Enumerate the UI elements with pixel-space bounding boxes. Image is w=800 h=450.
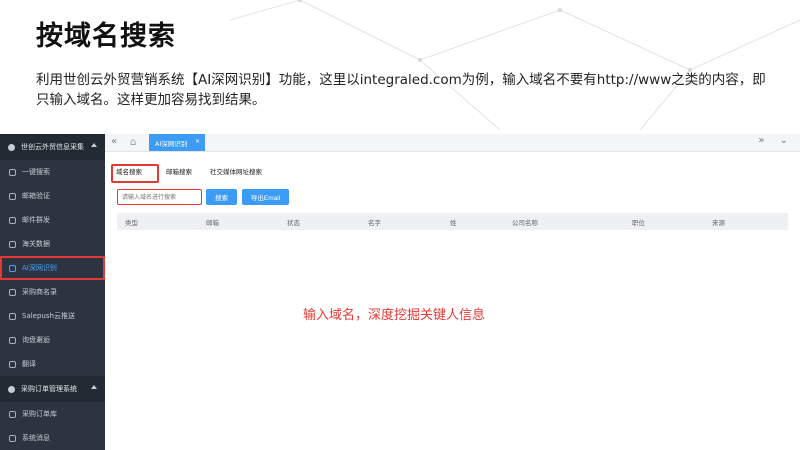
ai-icon [9,264,16,272]
sidebar-item-label: 一键搜索 [22,168,50,176]
translate-icon [9,360,16,368]
question-icon [9,192,16,200]
sidebar: 世创云外贸信息采集 一键搜索 邮箱验证 邮件群发 海关数据 AI深网识别 采购商… [0,134,105,450]
column-header: 邮箱 [206,219,219,227]
star-icon [8,143,15,151]
sidebar-item-customs-data[interactable]: 海关数据 [0,232,105,256]
chart-icon [9,240,16,248]
tab-ai-deep-web[interactable]: AI深网识别 × [149,134,205,151]
sidebar-item-ai-deep-web[interactable]: AI深网识别 [0,256,105,280]
sidebar-item-inquiry[interactable]: 询盘邂逅 [0,328,105,352]
sidebar-item-system-messages[interactable]: 系统消息 [0,426,105,450]
column-header: 姓 [450,219,457,227]
sidebar-section-info-collection[interactable]: 世创云外贸信息采集 [0,134,105,160]
message-icon [9,336,16,344]
column-header: 职位 [632,219,645,227]
column-header: 状态 [287,219,300,227]
chat-icon [9,434,16,442]
sidebar-item-label: 采购商名录 [22,288,57,296]
column-header: 类型 [125,219,138,227]
sidebar-item-label: 采购订单库 [22,410,57,418]
sidebar-section-label: 世创云外贸信息采集 [21,143,84,151]
home-icon[interactable]: ⌂ [130,137,136,148]
close-icon[interactable]: × [195,138,200,145]
user-icon [9,288,16,296]
sidebar-item-buyer-directory[interactable]: 采购商名录 [0,280,105,304]
sidebar-section-label: 采购订单管理系统 [21,385,77,393]
tab-bar: « ⌂ AI深网识别 × » ⌄ [105,134,800,152]
sidebar-item-label: 海关数据 [22,240,50,248]
sidebar-section-order-management[interactable]: 采购订单管理系统 [0,376,105,402]
chevron-up-icon [91,385,97,389]
send-icon [9,216,16,224]
scroll-left-icon[interactable]: « [111,136,117,147]
export-email-button[interactable]: 导出Email [242,189,289,205]
main-content: 域名搜索 邮箱搜索 社交媒体网址搜索 搜索 导出Email 类型 邮箱 状态 名… [105,152,800,450]
sidebar-item-mass-mail[interactable]: 邮件群发 [0,208,105,232]
slide-title: 按域名搜索 [36,21,176,52]
slide-description: 利用世创云外贸营销系统【AI深网识别】功能，这里以integraled.com为… [36,72,766,108]
subtab-social-search[interactable]: 社交媒体网址搜索 [210,162,262,179]
chevron-up-icon [91,143,97,147]
sidebar-item-one-click-search[interactable]: 一键搜索 [0,160,105,184]
tab-label: AI深网识别 [155,139,188,148]
search-icon [9,168,16,176]
sidebar-item-label: 翻译 [22,360,36,368]
sidebar-item-label: 询盘邂逅 [22,336,50,344]
gear-icon [8,385,15,393]
domain-search-input[interactable] [117,189,202,205]
sidebar-item-email-verify[interactable]: 邮箱验证 [0,184,105,208]
sidebar-item-salepush[interactable]: Salepush云推送 [0,304,105,328]
sidebar-item-label: 邮件群发 [22,216,50,224]
list-icon [9,410,16,418]
column-header: 来源 [712,219,725,227]
column-header: 名字 [368,219,381,227]
annotation-text: 输入域名，深度挖掘关键人信息 [303,308,486,323]
subtab-domain-search[interactable]: 域名搜索 [116,162,142,179]
table-header: 类型 邮箱 状态 名字 姓 公司名称 职位 来源 [117,213,788,230]
scroll-right-icon[interactable]: » ⌄ [758,135,794,146]
sidebar-item-order-library[interactable]: 采购订单库 [0,402,105,426]
sidebar-item-label: 系统消息 [22,434,50,442]
refresh-icon [9,312,16,320]
sidebar-item-label: 邮箱验证 [22,192,50,200]
sidebar-item-label: Salepush云推送 [22,312,75,320]
sidebar-item-label: AI深网识别 [22,264,57,272]
app-window: 世创云外贸信息采集 一键搜索 邮箱验证 邮件群发 海关数据 AI深网识别 采购商… [0,134,800,450]
subtab-email-search[interactable]: 邮箱搜索 [166,162,192,179]
search-button[interactable]: 搜索 [206,189,237,205]
column-header: 公司名称 [512,219,538,227]
sidebar-item-translate[interactable]: 翻译 [0,352,105,376]
